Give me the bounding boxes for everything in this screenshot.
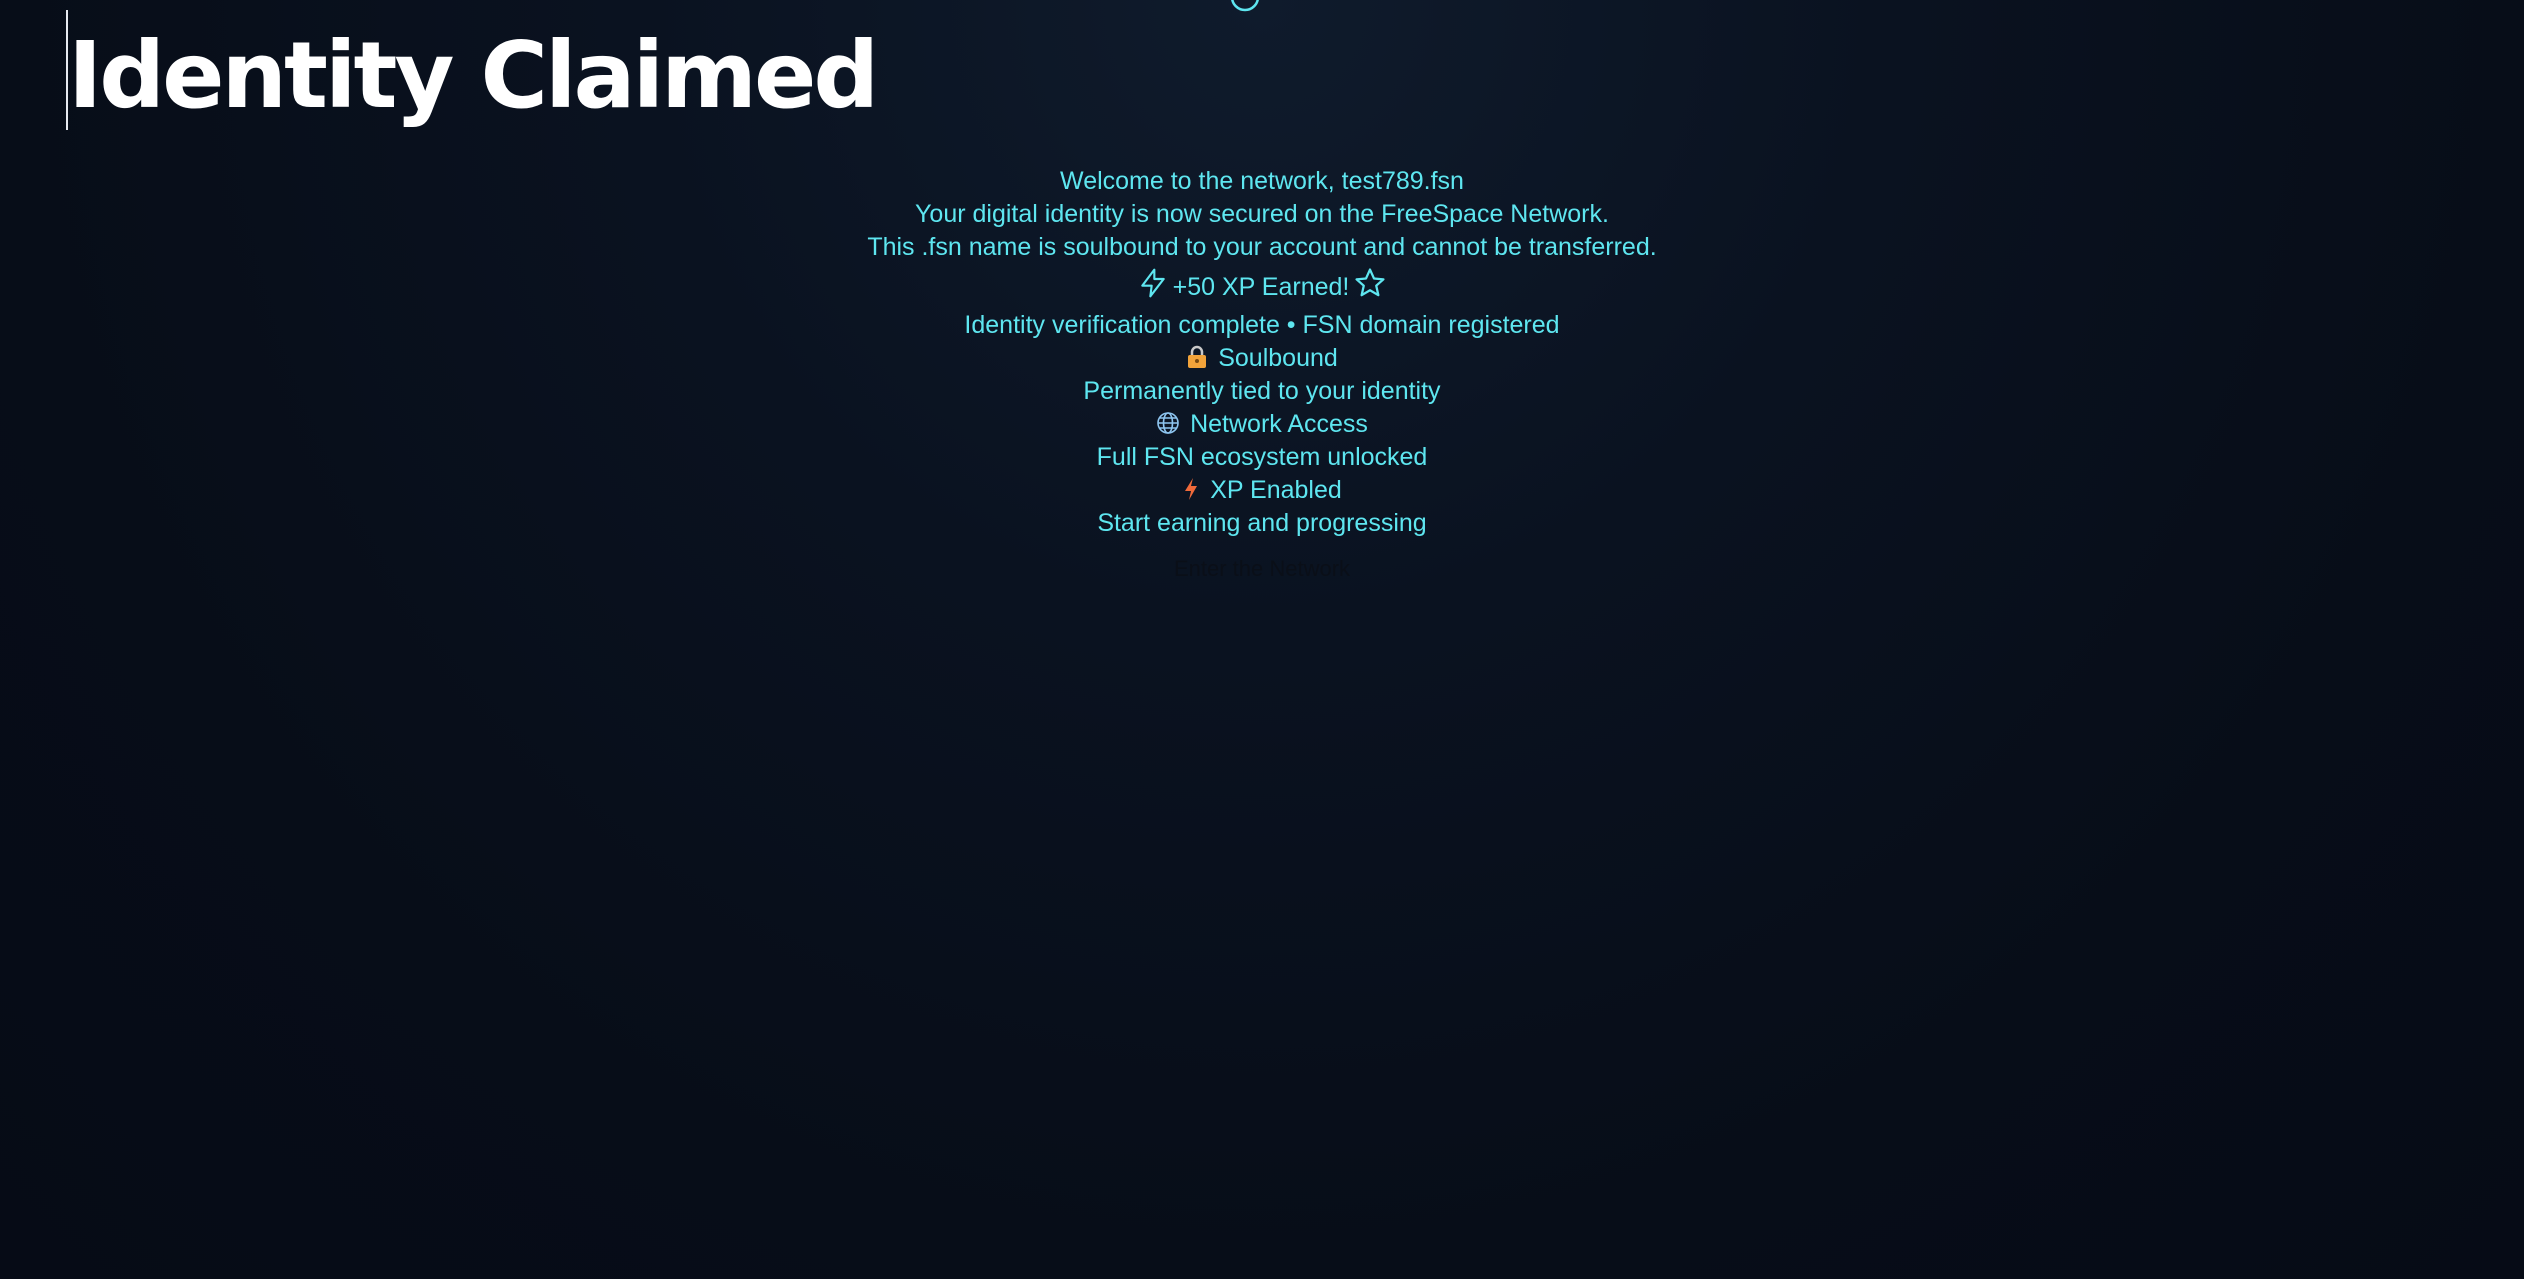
page-title: Identity Claimed	[68, 22, 879, 129]
xp-earned-row: +50 XP Earned!	[0, 264, 2524, 309]
feature-soulbound-desc: Permanently tied to your identity	[1083, 376, 1441, 405]
lightning-outline-icon	[1140, 268, 1165, 297]
feature-network-title: Network Access	[0, 408, 2524, 441]
lock-icon	[1188, 345, 1207, 368]
verification-text: Identity verification complete • FSN dom…	[964, 310, 1560, 339]
star-outline-icon	[1355, 267, 1385, 296]
enter-network-button[interactable]: Enter the Network	[1164, 552, 1360, 586]
soulbound-note: This .fsn name is soulbound to your acco…	[867, 233, 1657, 261]
globe-icon	[1157, 411, 1179, 434]
secured-text: Your digital identity is now secured on …	[915, 200, 1609, 228]
success-message: Welcome to the network, test789.fsn Your…	[0, 165, 2524, 586]
welcome-text: Welcome to the network, test789.fsn	[1060, 167, 1464, 195]
feature-network-desc: Full FSN ecosystem unlocked	[1096, 442, 1428, 471]
loading-circle-icon	[1231, 0, 1259, 12]
xp-earned-text: +50 XP Earned!	[1172, 273, 1350, 301]
feature-xp-title: XP Enabled	[0, 474, 2524, 507]
feature-xp-desc: Start earning and progressing	[1097, 508, 1427, 537]
feature-soulbound-title: Soulbound	[0, 342, 2524, 375]
title-cursor-line: Identity Claimed	[66, 10, 879, 130]
lightning-icon	[1185, 477, 1198, 500]
